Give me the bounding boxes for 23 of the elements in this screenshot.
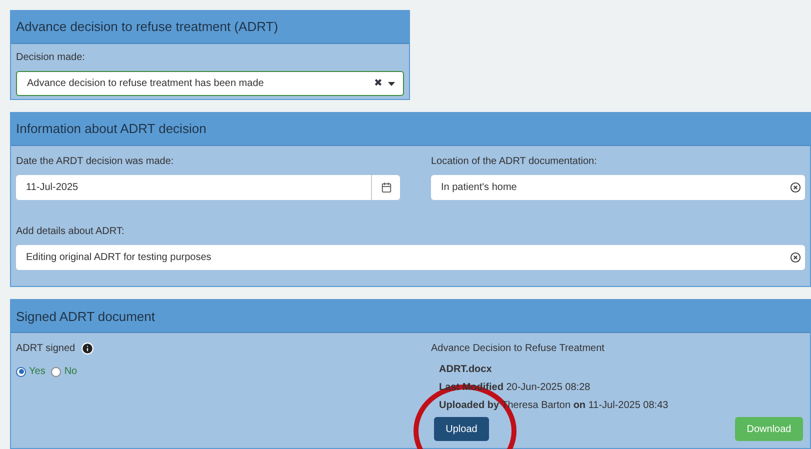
location-field[interactable]: In patient's home bbox=[431, 175, 805, 200]
panel-title: Information about ADRT decision bbox=[16, 120, 206, 138]
panel-title: Advance decision to refuse treatment (ADRT) bbox=[16, 18, 278, 36]
clear-icon[interactable] bbox=[790, 252, 801, 263]
details-field[interactable]: Editing original ADRT for testing purposes bbox=[16, 245, 805, 270]
field-label: Add details about ADRT: bbox=[16, 225, 126, 239]
calendar-icon bbox=[380, 182, 392, 193]
field-label: Date the ARDT decision was made: bbox=[16, 155, 175, 169]
caret-icon bbox=[388, 82, 395, 86]
radio-button[interactable] bbox=[16, 366, 26, 377]
info-icon[interactable] bbox=[81, 342, 94, 356]
radio-button[interactable] bbox=[51, 366, 62, 377]
clear-icon[interactable] bbox=[790, 182, 801, 193]
panel-title: Signed ADRT document bbox=[16, 308, 155, 326]
decision-select[interactable]: Advance decision to refuse treatment has been made ✖ bbox=[16, 71, 404, 96]
upload-button[interactable]: Upload bbox=[434, 417, 489, 442]
date-field[interactable]: 11-Jul-2025 bbox=[16, 175, 400, 200]
field-label: Location of the ADRT documentation: bbox=[431, 155, 598, 169]
file-name: ADRT.docx bbox=[439, 363, 492, 378]
clear-icon[interactable]: ✖ bbox=[374, 76, 382, 91]
field-label: ADRT signed bbox=[16, 342, 76, 356]
document-heading: Advance Decision to Refuse Treatment bbox=[431, 342, 606, 356]
field-label: Decision made: bbox=[16, 51, 86, 65]
